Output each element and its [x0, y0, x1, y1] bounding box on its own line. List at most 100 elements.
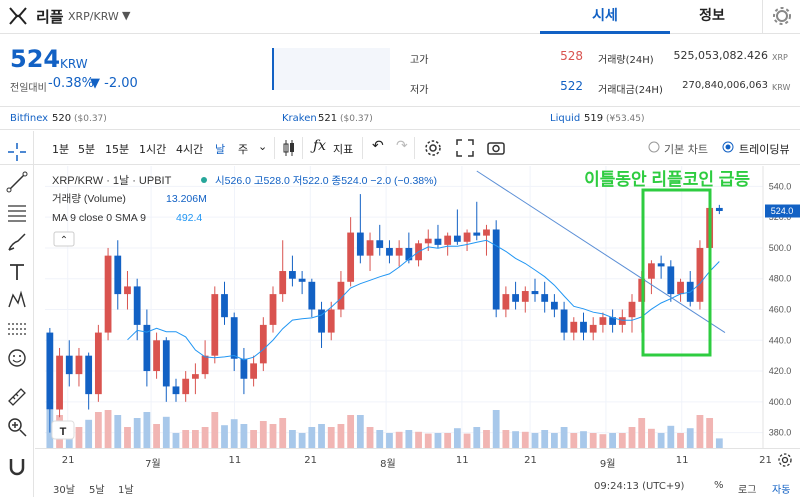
current-price: 524: [10, 45, 61, 73]
volume-bar: [502, 430, 510, 448]
emoji-icon[interactable]: [6, 347, 28, 369]
magnet-icon[interactable]: [6, 456, 28, 478]
candle-body: [473, 232, 481, 236]
interval-15m[interactable]: 15분: [105, 141, 129, 157]
trend-line[interactable]: [476, 170, 726, 334]
interval-4h[interactable]: 4시간: [176, 141, 203, 157]
candle-body: [618, 317, 626, 325]
horizontal-lines-icon[interactable]: [6, 201, 28, 223]
pattern-icon[interactable]: [6, 289, 28, 311]
volume-bar: [250, 430, 258, 448]
interval-day[interactable]: 날: [215, 141, 225, 157]
change-amount: ▼ -2.00: [90, 76, 138, 91]
ruler-icon[interactable]: [6, 386, 28, 408]
camera-icon[interactable]: [487, 140, 505, 155]
range-1d[interactable]: 1날: [118, 481, 134, 496]
volume-bar: [153, 424, 160, 448]
range-5d[interactable]: 5날: [89, 481, 105, 496]
tab-info[interactable]: 정보: [670, 0, 754, 34]
gear-icon[interactable]: [777, 452, 793, 468]
volume-bar: [609, 433, 617, 448]
basic-chart-radio[interactable]: [648, 141, 660, 153]
indicator-icon[interactable]: ƒx: [313, 138, 326, 154]
brush-icon[interactable]: [6, 231, 28, 253]
clock: 09:24:13 (UTC+9): [594, 481, 685, 492]
volume-bar: [531, 433, 539, 448]
volume-bar: [715, 438, 723, 448]
fullscreen-icon[interactable]: [456, 139, 474, 157]
percent-toggle[interactable]: %: [714, 480, 724, 491]
interval-5m[interactable]: 5분: [78, 141, 95, 157]
candle-body: [56, 355, 63, 410]
volume-bar: [677, 433, 684, 448]
legend-symbol: XRP/KRW · 1날 · UPBIT: [52, 174, 172, 187]
exchange-name[interactable]: Kraken: [282, 113, 317, 124]
legend-ma-value: 492.4: [176, 212, 202, 224]
text-icon[interactable]: [6, 261, 28, 283]
tradingview-label[interactable]: 트레이딩뷰: [739, 141, 790, 157]
price-chart[interactable]: 이틀동안 리플코인 급등 380.0 400.0 420.0 440.0 460.0 48…: [35, 166, 800, 448]
redo-icon[interactable]: ↷: [396, 138, 408, 154]
interval-week[interactable]: 주: [238, 141, 248, 157]
y-tick-label: 540.0: [769, 181, 792, 191]
exchange-usd: ($0.37): [340, 114, 373, 124]
high-value: 528: [560, 49, 583, 63]
crosshair-icon[interactable]: [6, 141, 28, 163]
volume-bar: [104, 410, 112, 448]
candle-body: [211, 294, 219, 356]
basic-chart-label[interactable]: 기본 차트: [664, 141, 708, 157]
gear-icon[interactable]: [424, 139, 442, 157]
volume-bar: [201, 427, 209, 448]
candle-body: [648, 263, 655, 279]
exchange-name[interactable]: Liquid: [550, 113, 580, 124]
candle-body: [85, 355, 93, 395]
candlestick-icon[interactable]: [282, 139, 296, 157]
legend-ohlc: 시526.0 고528.0 저522.0 종524.0 −2.0 (−0.38%…: [215, 175, 437, 187]
indicator-button[interactable]: 지표: [333, 141, 353, 157]
range-30d[interactable]: 30날: [53, 481, 75, 496]
candle-body: [405, 247, 413, 261]
high-label: 고가: [410, 55, 429, 66]
volume-bar: [444, 433, 452, 448]
volume-bar: [269, 424, 277, 448]
chevron-down-icon[interactable]: ▼: [122, 9, 130, 22]
top-header: 리플 XRP/KRW ▼ 시세 정보: [0, 0, 800, 34]
candle-body: [269, 294, 277, 325]
undo-icon[interactable]: ↶: [372, 138, 384, 154]
volume-bar: [94, 412, 102, 448]
collapse-legend-button[interactable]: ⌃: [53, 231, 75, 247]
y-tick-label: 380.0: [769, 428, 792, 438]
exchange-name[interactable]: Bitfinex: [10, 113, 48, 124]
tradingview-radio[interactable]: [722, 141, 734, 153]
tab-price[interactable]: 시세: [540, 0, 670, 34]
measure-tools-icon[interactable]: [6, 318, 28, 340]
settings-button[interactable]: [762, 0, 800, 34]
volume-bar: [366, 427, 374, 448]
trend-line-icon[interactable]: [6, 171, 28, 193]
x-tick-label: 11: [675, 455, 689, 466]
interval-1m[interactable]: 1분: [52, 141, 69, 157]
zoom-in-icon[interactable]: [6, 416, 28, 438]
candle-body: [298, 278, 306, 282]
exchange-strip: Bitfinex 520 ($0.37) Kraken 521 ($0.37) …: [0, 106, 800, 130]
interval-1h[interactable]: 1시간: [139, 141, 166, 157]
drawing-toolbar: [0, 131, 34, 497]
volume-bar: [114, 415, 122, 448]
volume-bar: [395, 431, 403, 448]
volume-bar: [570, 433, 578, 448]
volume-bar: [580, 431, 587, 448]
chevron-down-icon[interactable]: ⌄: [258, 140, 267, 153]
candle-body: [589, 324, 597, 333]
volume-bar: [696, 415, 704, 448]
volume-bar: [599, 434, 607, 448]
auto-toggle[interactable]: 자동: [772, 481, 790, 496]
x-tick-label: 11: [228, 455, 242, 466]
volume-bar: [541, 430, 549, 448]
volume-bar: [298, 433, 306, 448]
log-toggle[interactable]: 로그: [738, 481, 756, 496]
volume-bar: [124, 427, 131, 448]
candle-body: [502, 294, 510, 310]
candle-body: [230, 317, 238, 359]
toolbar-divider: [274, 137, 275, 159]
candle-body: [182, 378, 190, 395]
